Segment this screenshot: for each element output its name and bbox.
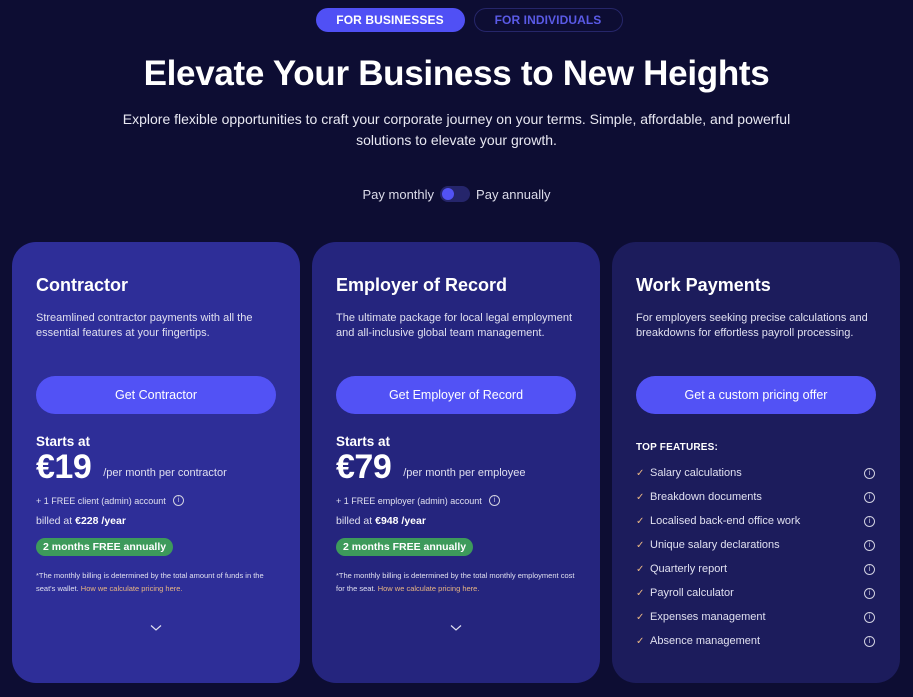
starts-at-label: Starts at — [36, 434, 91, 449]
price-unit: /per month per contractor — [103, 467, 227, 479]
billed-annually: billed at €228 /year — [36, 515, 280, 527]
billed-value: €948 /year — [375, 515, 426, 527]
discount-badge: 2 months FREE annually — [336, 538, 474, 556]
features-title: TOP FEATURES: — [636, 442, 719, 453]
info-icon[interactable]: i — [172, 495, 184, 506]
check-icon: ✓ — [636, 491, 645, 503]
feature-label: Payroll calculator — [650, 587, 734, 599]
check-icon: ✓ — [636, 635, 645, 647]
feature-label: Expenses management — [650, 611, 766, 623]
starts-at-label: Starts at — [336, 434, 391, 449]
feature-item: ✓ Localised back-end office work i — [636, 509, 876, 533]
page-title: Elevate Your Business to New Heights — [143, 54, 770, 93]
price-value: €79 — [336, 448, 392, 486]
audience-tabs: FOR BUSINESSES FOR INDIVIDUALS — [0, 8, 913, 32]
check-icon: ✓ — [636, 539, 645, 551]
plan-card-contractor: Contractor Streamlined contractor paymen… — [12, 242, 300, 683]
check-icon: ✓ — [636, 467, 645, 479]
feature-item: ✓ Quarterly report i — [636, 557, 876, 581]
plan-title: Employer of Record — [336, 275, 508, 295]
billed-prefix: billed at — [36, 515, 73, 527]
plan-card-employer-of-record: Employer of Record The ultimate package … — [312, 242, 600, 683]
info-icon[interactable]: i — [864, 587, 875, 599]
pricing-block: Starts at €19 /per month per contractor … — [36, 434, 280, 595]
get-contractor-button[interactable]: Get Contractor — [36, 376, 276, 414]
top-features: TOP FEATURES: ✓ Salary calculations i ✓ Bre… — [636, 442, 876, 653]
tab-for-businesses[interactable]: FOR BUSINESSES — [315, 8, 465, 32]
info-icon[interactable]: i — [488, 495, 500, 506]
check-icon: ✓ — [636, 587, 645, 599]
feature-item: ✓ Expenses management i — [636, 605, 876, 629]
feature-item: ✓ Salary calculations i — [636, 461, 876, 485]
price-row: €19 /per month per contractor — [36, 449, 280, 485]
price-unit: /per month per employee — [403, 467, 526, 479]
pay-annually-label[interactable]: Pay annually — [476, 187, 550, 202]
price-row: €79 /per month per employee — [336, 449, 580, 485]
feature-label: Quarterly report — [650, 563, 728, 575]
check-icon: ✓ — [636, 611, 645, 623]
check-icon: ✓ — [636, 563, 645, 575]
free-account-text: + 1 FREE employer (admin) account — [336, 495, 482, 506]
check-icon: ✓ — [636, 515, 645, 527]
free-account-text: + 1 FREE client (admin) account — [36, 495, 166, 506]
chevron-down-icon — [450, 625, 462, 631]
feature-label: Absence management — [650, 635, 761, 647]
plan-title: Work Payments — [636, 275, 771, 295]
billing-switch[interactable] — [440, 186, 471, 202]
discount-badge: 2 months FREE annually — [36, 538, 174, 556]
feature-label: Localised back-end office work — [650, 515, 801, 527]
feature-item: ✓ Breakdown documents i — [636, 485, 876, 509]
info-icon[interactable]: i — [864, 611, 875, 623]
feature-label: Unique salary declarations — [650, 539, 780, 551]
feature-item: ✓ Unique salary declarations i — [636, 533, 876, 557]
plan-description: Streamlined contractor payments with all… — [36, 312, 253, 339]
billed-prefix: billed at — [336, 515, 373, 527]
feature-label: Breakdown documents — [650, 491, 762, 503]
custom-pricing-offer-button[interactable]: Get a custom pricing offer — [636, 376, 876, 414]
billing-period-toggle: Pay monthly Pay annually — [0, 186, 913, 202]
info-icon[interactable]: i — [864, 467, 875, 479]
info-icon[interactable]: i — [864, 515, 875, 527]
expand-button[interactable] — [312, 624, 600, 635]
features-list: ✓ Salary calculations i ✓ Breakdown documen… — [636, 461, 876, 653]
free-account-note: + 1 FREE client (admin) account i — [36, 495, 280, 506]
info-icon[interactable]: i — [864, 539, 875, 551]
info-icon[interactable]: i — [864, 635, 875, 647]
pricing-info-link[interactable]: How we calculate pricing here. — [378, 584, 480, 593]
billed-annually: billed at €948 /year — [336, 515, 580, 527]
pricing-info-link[interactable]: How we calculate pricing here. — [81, 584, 183, 593]
free-account-note: + 1 FREE employer (admin) account i — [336, 495, 580, 506]
pricing-footnote: *The monthly billing is determined by th… — [336, 570, 580, 595]
get-employer-of-record-button[interactable]: Get Employer of Record — [336, 376, 576, 414]
pricing-footnote: *The monthly billing is determined by th… — [36, 570, 280, 595]
expand-button[interactable] — [12, 624, 300, 635]
info-icon[interactable]: i — [864, 563, 875, 575]
feature-item: ✓ Absence management i — [636, 629, 876, 653]
plan-description: The ultimate package for local legal emp… — [336, 312, 573, 339]
plan-card-work-payments: Work Payments For employers seeking prec… — [612, 242, 900, 683]
feature-item: ✓ Payroll calculator i — [636, 581, 876, 605]
switch-knob — [442, 188, 455, 200]
pricing-block: Starts at €79 /per month per employee + … — [336, 434, 580, 595]
price-value: €19 — [36, 448, 92, 486]
info-icon[interactable]: i — [864, 491, 875, 503]
pay-monthly-label[interactable]: Pay monthly — [363, 187, 435, 202]
plan-title: Contractor — [36, 275, 129, 295]
plan-description: For employers seeking precise calculatio… — [636, 312, 868, 339]
feature-label: Salary calculations — [650, 467, 742, 479]
tab-for-individuals[interactable]: FOR INDIVIDUALS — [473, 8, 623, 32]
chevron-down-icon — [150, 625, 162, 631]
page-subtitle: Explore flexible opportunities to craft … — [122, 111, 791, 148]
billed-value: €228 /year — [75, 515, 126, 527]
